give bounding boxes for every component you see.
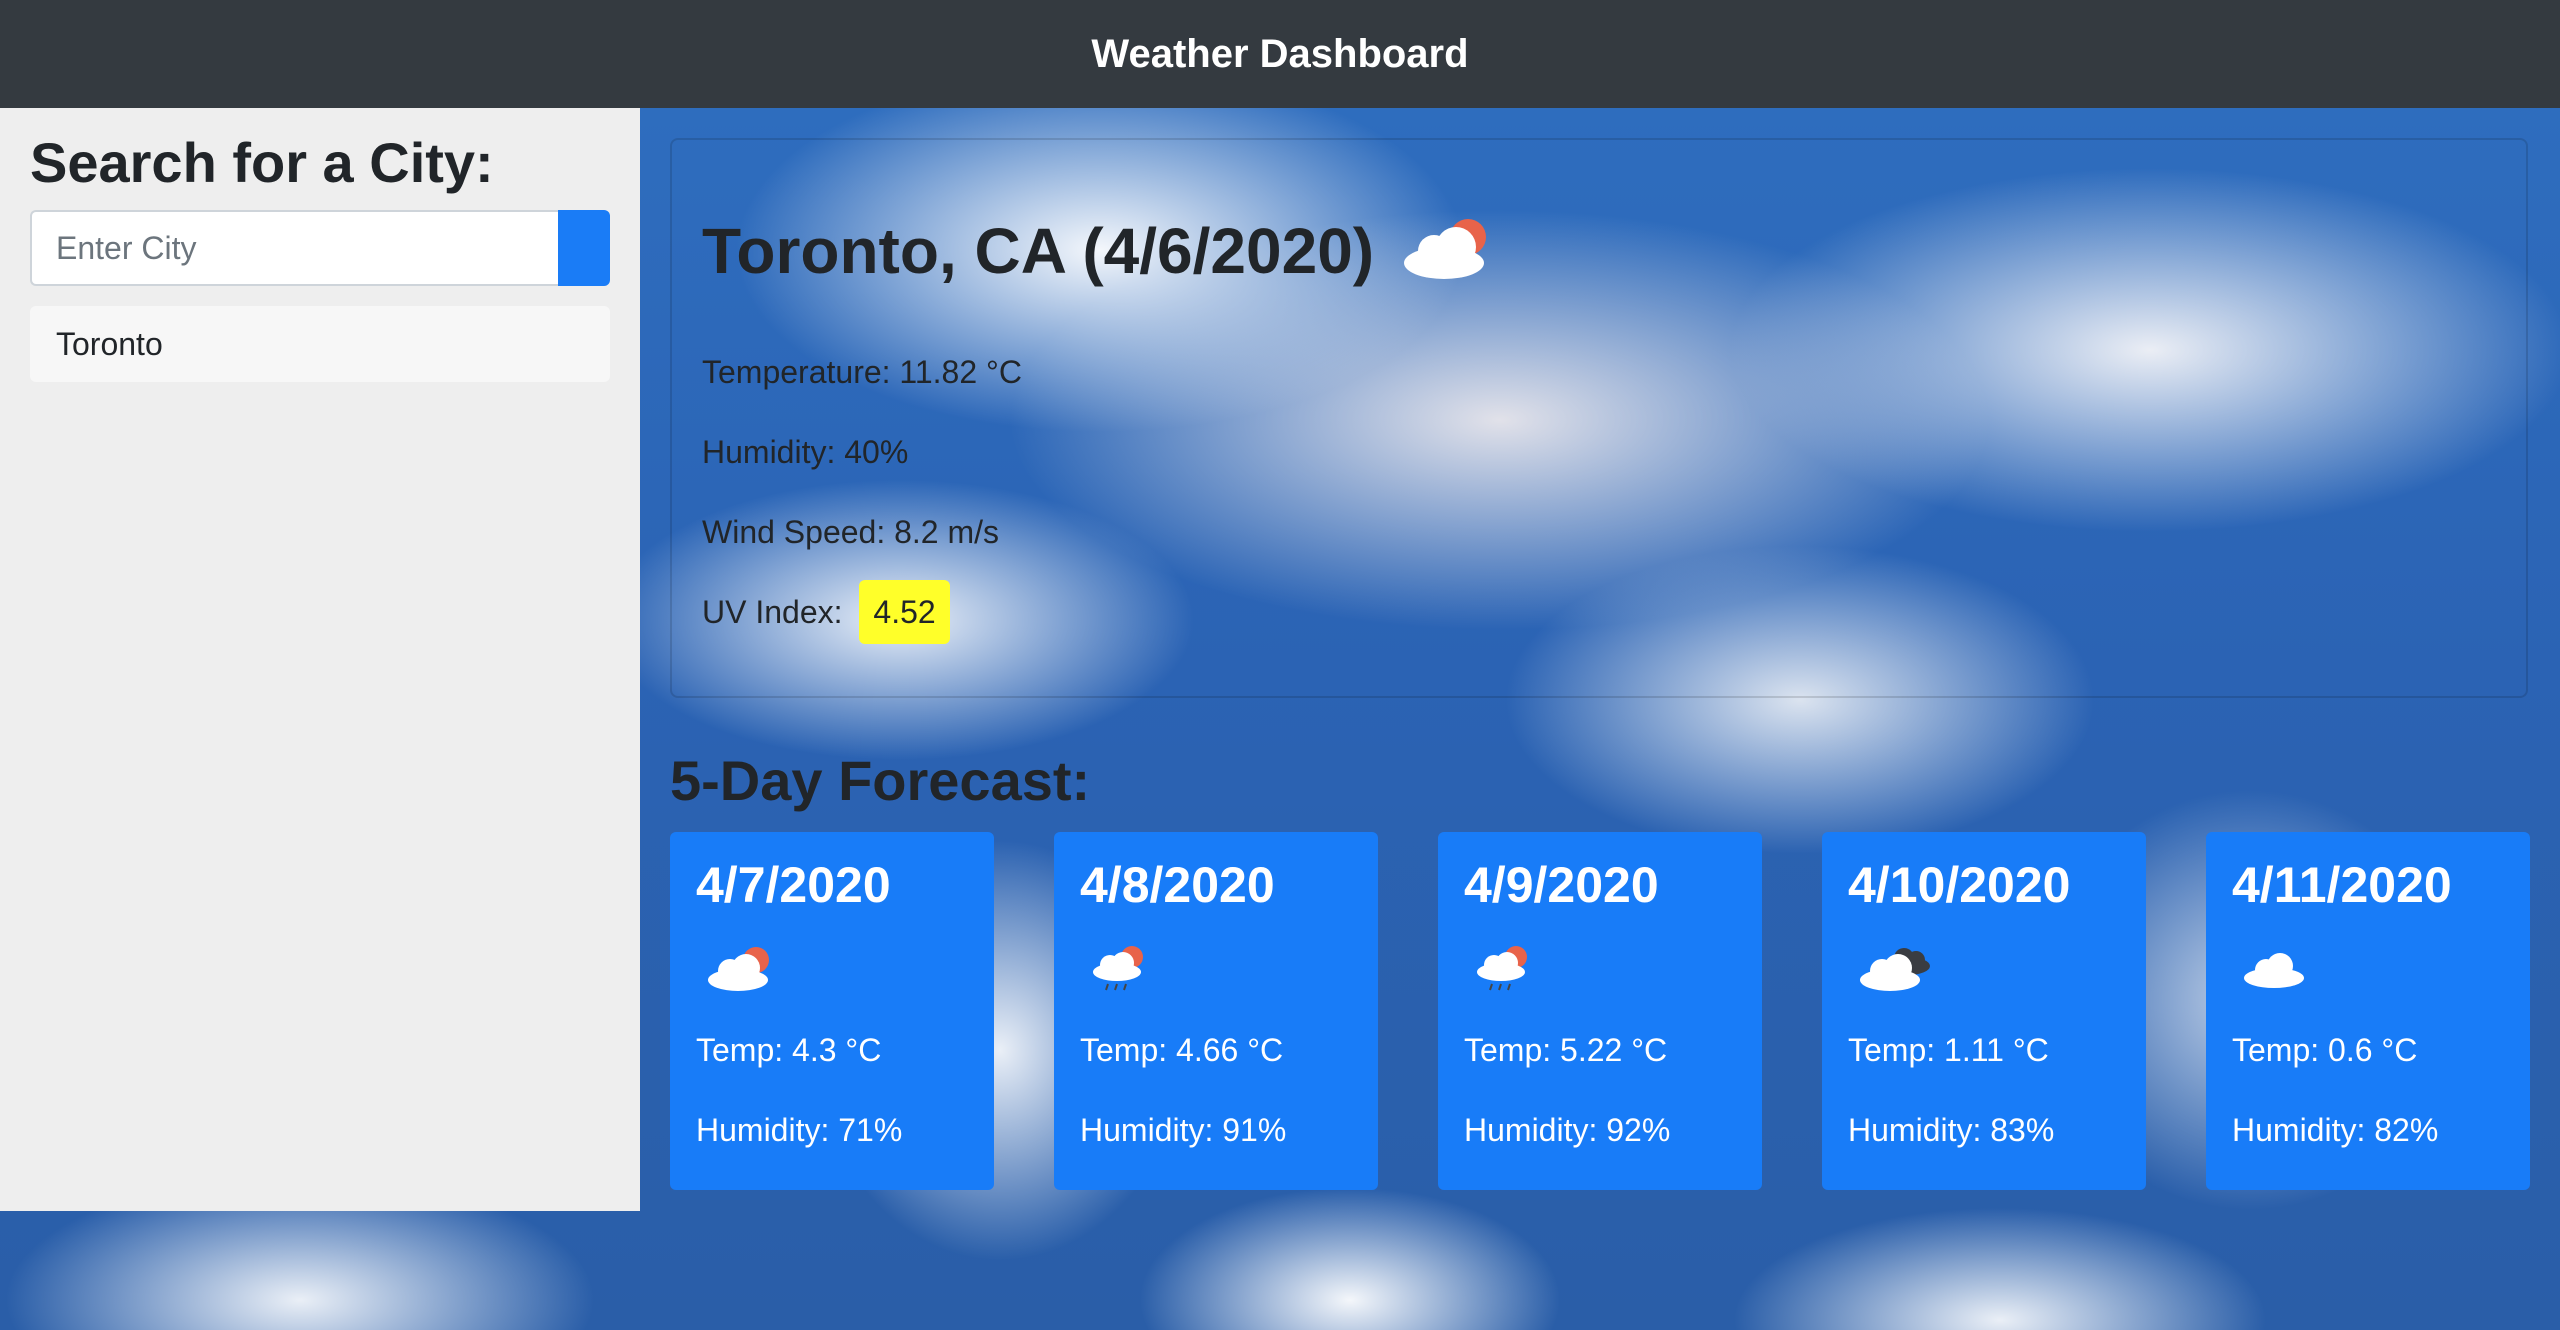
forecast-card: 4/9/2020 Temp: 5.22 °C Humidity: 92% [1438, 832, 1762, 1190]
forecast-card: 4/8/2020 Temp: 4.66 °C Humidity: 91% [1054, 832, 1378, 1190]
history-item-toronto[interactable]: Toronto [30, 306, 610, 382]
broken-clouds-icon [1858, 944, 1934, 997]
forecast-heading: 5-Day Forecast: [670, 749, 1091, 812]
forecast-date: 4/9/2020 [1464, 857, 1659, 913]
forecast-temp: Temp: 1.11 °C [1848, 1032, 2049, 1068]
rain-sun-icon [1090, 944, 1150, 997]
cloud-sun-icon [1400, 217, 1496, 286]
uv-index-label: UV Index: [702, 594, 843, 630]
city-search-input[interactable] [30, 210, 558, 286]
cloud-icon [2242, 944, 2308, 997]
forecast-date: 4/11/2020 [2232, 857, 2452, 913]
search-button[interactable] [558, 210, 610, 286]
forecast-date: 4/8/2020 [1080, 857, 1275, 913]
current-temperature: Temperature: 11.82 °C [702, 354, 1022, 390]
current-humidity: Humidity: 40% [702, 434, 909, 470]
current-wind-speed: Wind Speed: 8.2 m/s [702, 514, 1000, 550]
cloud-sun-icon [706, 944, 776, 997]
forecast-humidity: Humidity: 82% [2232, 1112, 2439, 1148]
forecast-humidity: Humidity: 92% [1464, 1112, 1671, 1148]
uv-index-badge: 4.52 [859, 580, 950, 644]
search-history-list: Toronto [30, 306, 610, 382]
forecast-temp: Temp: 0.6 °C [2232, 1032, 2418, 1068]
rain-sun-icon [1474, 944, 1534, 997]
forecast-humidity: Humidity: 91% [1080, 1112, 1287, 1148]
forecast-temp: Temp: 4.66 °C [1080, 1032, 1284, 1068]
forecast-row: 4/7/2020 Temp: 4.3 °C Humidity: 71% 4/8/… [670, 832, 2530, 1190]
forecast-humidity: Humidity: 83% [1848, 1112, 2055, 1148]
forecast-card: 4/11/2020 Temp: 0.6 °C Humidity: 82% [2206, 832, 2530, 1190]
search-heading: Search for a City: [30, 131, 494, 194]
search-group [30, 210, 610, 286]
current-uv-row: UV Index: 4.52 [702, 580, 950, 644]
current-city-line: Toronto, CA (4/6/2020) [702, 214, 1496, 288]
current-weather-card: Toronto, CA (4/6/2020) Temperature: 11.8… [670, 138, 2528, 698]
forecast-card: 4/7/2020 Temp: 4.3 °C Humidity: 71% [670, 832, 994, 1190]
forecast-temp: Temp: 5.22 °C [1464, 1032, 1668, 1068]
current-city-title: Toronto, CA (4/6/2020) [702, 215, 1375, 287]
forecast-humidity: Humidity: 71% [696, 1112, 903, 1148]
navbar: Weather Dashboard [0, 0, 2560, 108]
sidebar: Search for a City: Toronto [0, 108, 640, 1211]
forecast-date: 4/7/2020 [696, 857, 891, 913]
app-title: Weather Dashboard [1091, 31, 1469, 76]
forecast-card: 4/10/2020 Temp: 1.11 °C Humidity: 83% [1822, 832, 2146, 1190]
forecast-temp: Temp: 4.3 °C [696, 1032, 882, 1068]
forecast-date: 4/10/2020 [1848, 857, 2071, 913]
